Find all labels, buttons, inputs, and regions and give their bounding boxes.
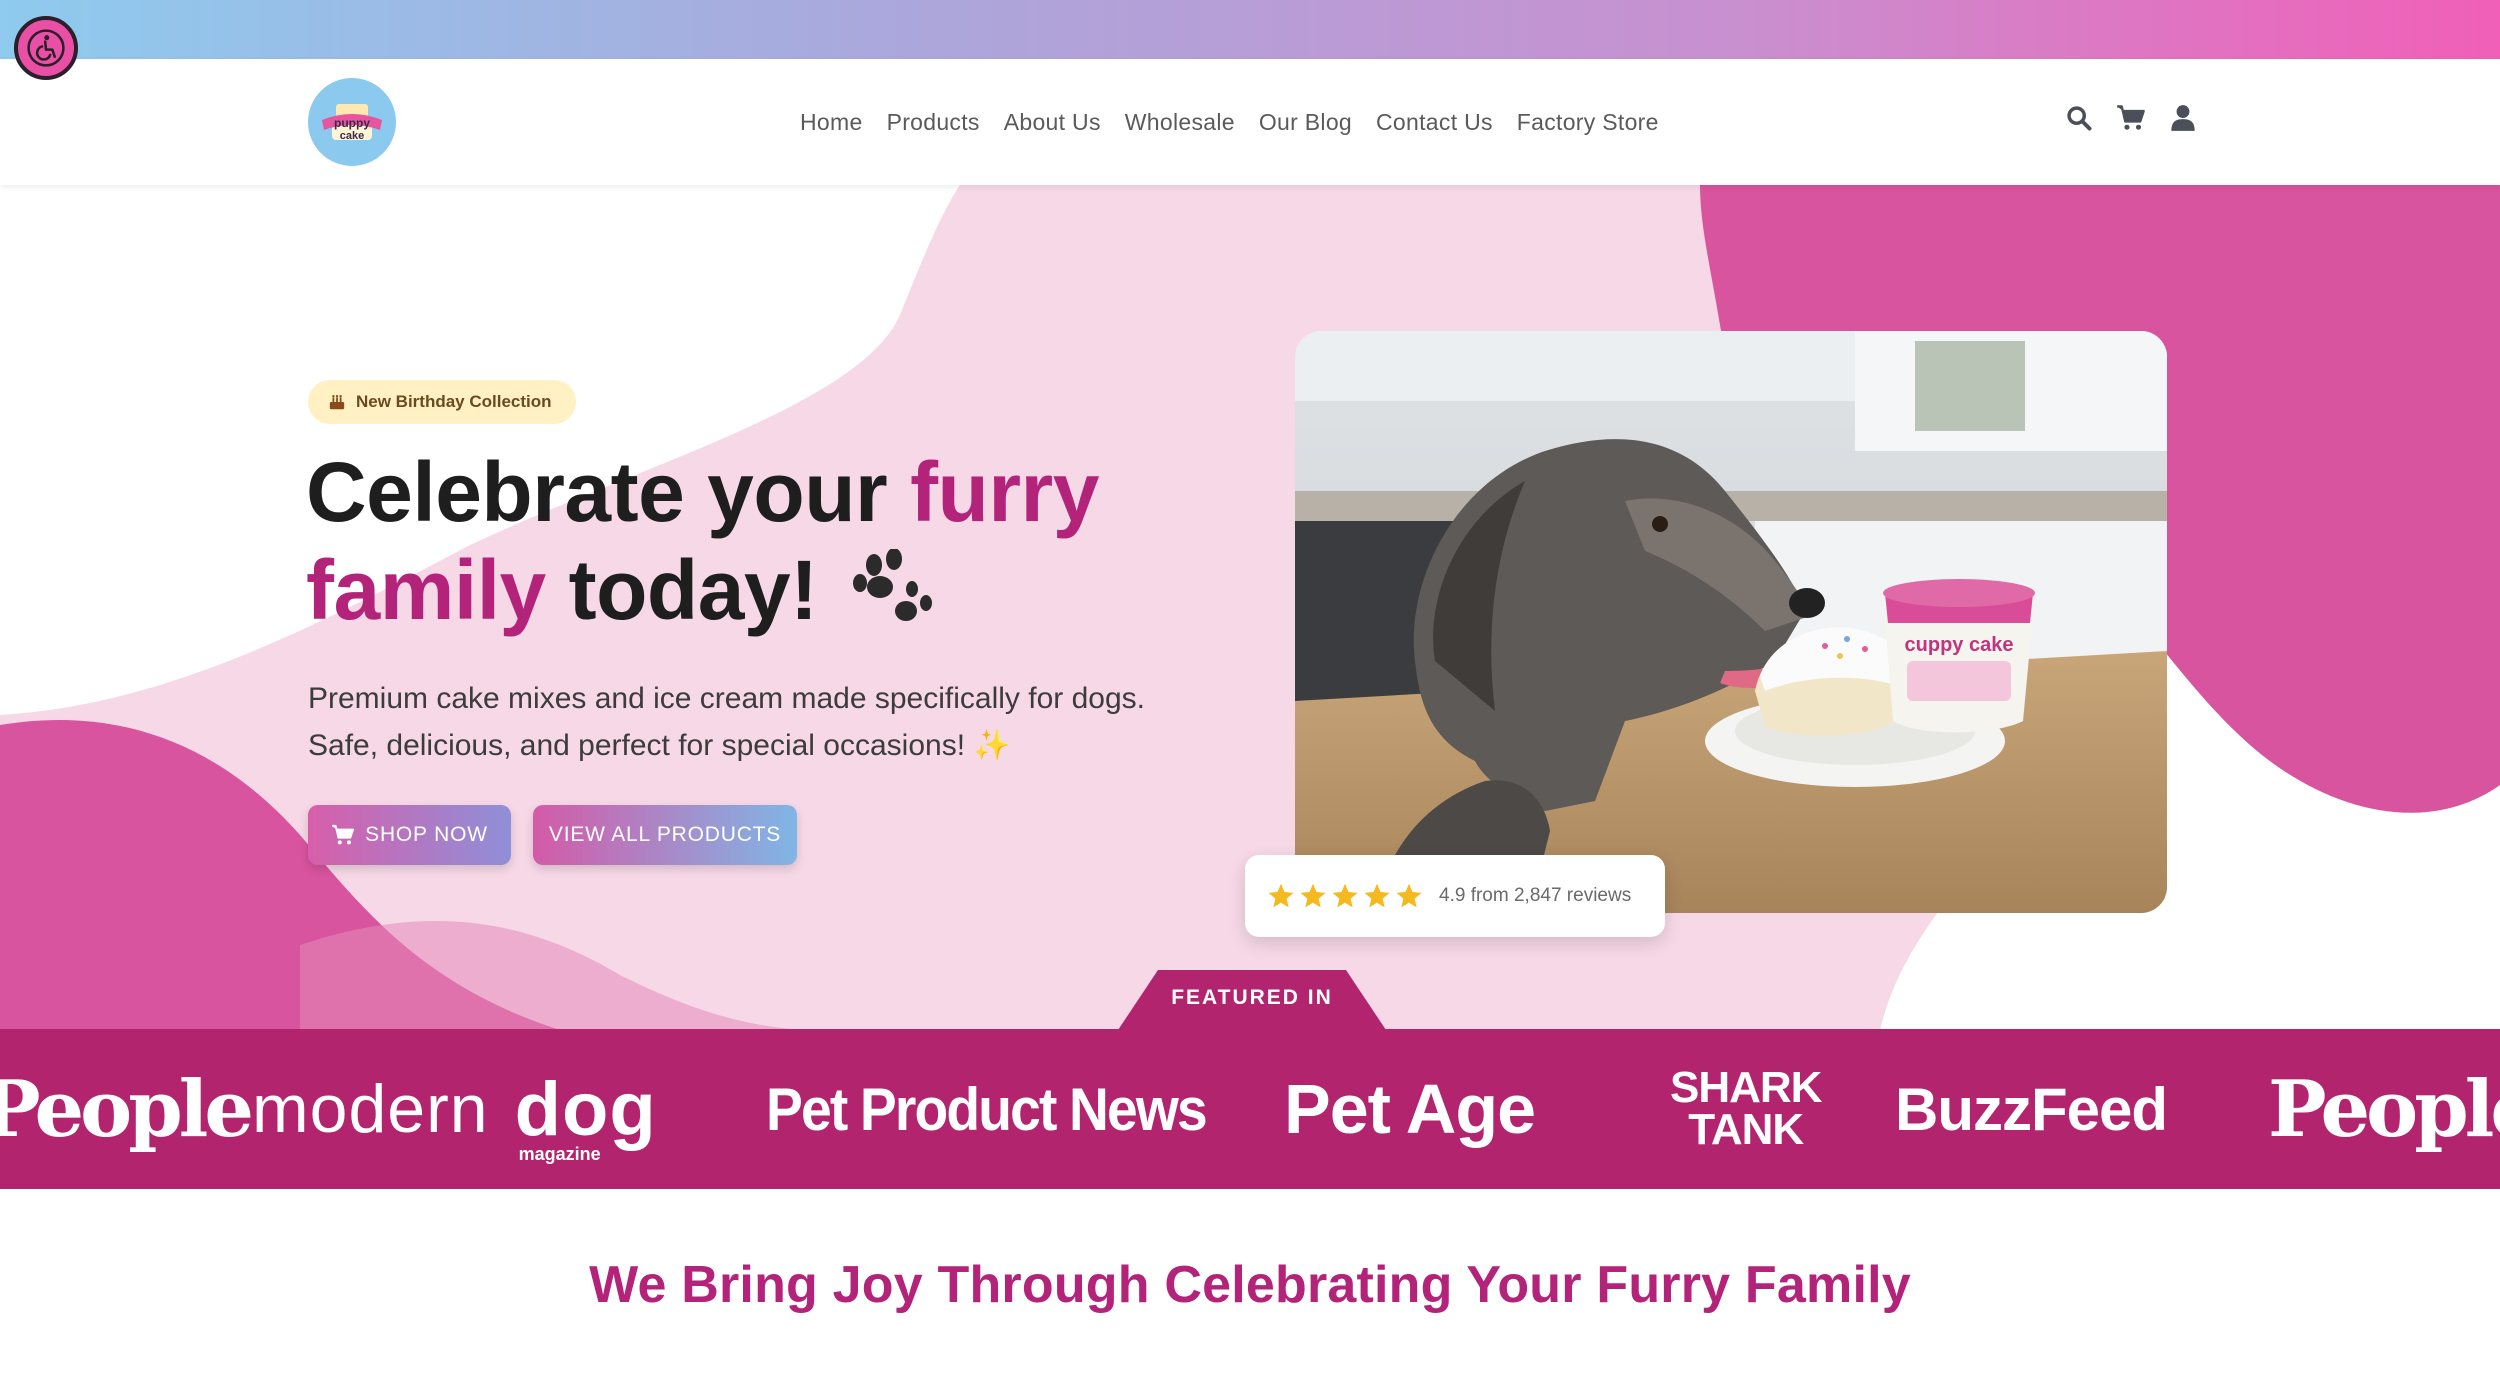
star-icon bbox=[1300, 883, 1326, 908]
nav-icons bbox=[2064, 103, 2198, 133]
hero-subtext: Premium cake mixes and ice cream made sp… bbox=[308, 675, 1248, 769]
rating-stars bbox=[1267, 882, 1423, 910]
subtext-line1: Premium cake mixes and ice cream made sp… bbox=[308, 682, 1145, 715]
dog-word: dog bbox=[514, 1066, 657, 1152]
nav-wholesale[interactable]: Wholesale bbox=[1125, 109, 1235, 136]
press-logo-modern-dog: modern dog magazine bbox=[252, 1029, 657, 1189]
nav-about-us[interactable]: About Us bbox=[1004, 109, 1101, 136]
view-all-products-label: VIEW ALL PRODUCTS bbox=[548, 823, 782, 846]
dog-text: dog magazine bbox=[514, 1066, 657, 1164]
press-logo-people-2: People bbox=[2268, 1063, 2500, 1155]
badge-text: New Birthday Collection bbox=[356, 392, 552, 411]
logo-text-bottom: cake bbox=[340, 130, 364, 142]
subtext-line2: Safe, delicious, and perfect for special… bbox=[308, 729, 1011, 762]
wheelchair-icon bbox=[27, 29, 65, 67]
accessibility-button[interactable] bbox=[14, 16, 78, 80]
star-icon bbox=[1364, 883, 1390, 908]
main-nav: Home Products About Us Wholesale Our Blo… bbox=[800, 59, 1683, 185]
press-logo-pet-age: Pet Age bbox=[1284, 1070, 1536, 1148]
modern-text: modern bbox=[252, 1071, 489, 1147]
photo-brand-label: cuppy cake bbox=[1905, 634, 2014, 656]
nav-products[interactable]: Products bbox=[887, 109, 980, 136]
shop-now-label: SHOP NOW bbox=[365, 823, 488, 846]
new-collection-badge[interactable]: New Birthday Collection bbox=[308, 380, 576, 424]
headline-part2: today! bbox=[568, 543, 819, 637]
star-icon bbox=[1396, 883, 1422, 908]
nav-our-blog[interactable]: Our Blog bbox=[1259, 109, 1352, 136]
star-icon bbox=[1332, 883, 1358, 908]
logo-graphic: puppy cake bbox=[322, 104, 382, 142]
dog-eating-cake-image: cuppy cake bbox=[1295, 331, 2167, 913]
nav-home[interactable]: Home bbox=[800, 109, 863, 136]
site-logo[interactable]: puppy cake bbox=[308, 78, 396, 166]
hero-section: New Birthday Collection Celebrate your f… bbox=[0, 185, 2500, 1030]
user-icon[interactable] bbox=[2168, 103, 2198, 133]
press-logo-pet-product-news: Pet Product News bbox=[766, 1075, 1208, 1143]
rating-text: 4.9 from 2,847 reviews bbox=[1439, 885, 1632, 906]
section-tagline: We Bring Joy Through Celebrating Your Fu… bbox=[589, 1256, 1911, 1314]
nav-factory-store[interactable]: Factory Store bbox=[1517, 109, 1659, 136]
press-logo-shark-tank: SHARK TANK bbox=[1670, 1029, 1822, 1189]
featured-in-label: FEATURED IN bbox=[1171, 986, 1333, 1009]
press-logos-bar: People modern dog magazine Pet Product Ne… bbox=[0, 1029, 2500, 1189]
shark-text: SHARK bbox=[1670, 1063, 1822, 1112]
navbar: puppy cake Home Products About Us Wholes… bbox=[0, 59, 2500, 185]
press-logo-people: People bbox=[0, 1063, 254, 1155]
tank-text: TANK bbox=[1688, 1105, 1804, 1154]
nav-contact-us[interactable]: Contact Us bbox=[1376, 109, 1493, 136]
search-icon[interactable] bbox=[2064, 103, 2094, 133]
cake-icon bbox=[329, 394, 345, 410]
magazine-text: magazine bbox=[518, 1143, 601, 1164]
headline-part1: Celebrate your bbox=[306, 445, 888, 539]
paw-icon bbox=[853, 549, 933, 621]
star-icon bbox=[1268, 883, 1294, 908]
view-all-products-button[interactable]: VIEW ALL PRODUCTS bbox=[533, 805, 797, 865]
logo-text-top: puppy bbox=[334, 116, 370, 130]
cart-icon bbox=[332, 824, 355, 845]
hero-headline: Celebrate your furry family today! bbox=[306, 443, 1206, 639]
hero-dog-photo: cuppy cake bbox=[1295, 331, 2167, 913]
headline-accent-family: family bbox=[306, 543, 546, 637]
top-gradient-strip bbox=[0, 0, 2500, 59]
headline-accent-furry: furry bbox=[910, 445, 1099, 539]
shop-now-button[interactable]: SHOP NOW bbox=[308, 805, 511, 865]
cart-icon[interactable] bbox=[2116, 103, 2146, 133]
rating-card: 4.9 from 2,847 reviews bbox=[1245, 855, 1665, 937]
press-logo-buzzfeed: BuzzFeed bbox=[1895, 1075, 2168, 1143]
